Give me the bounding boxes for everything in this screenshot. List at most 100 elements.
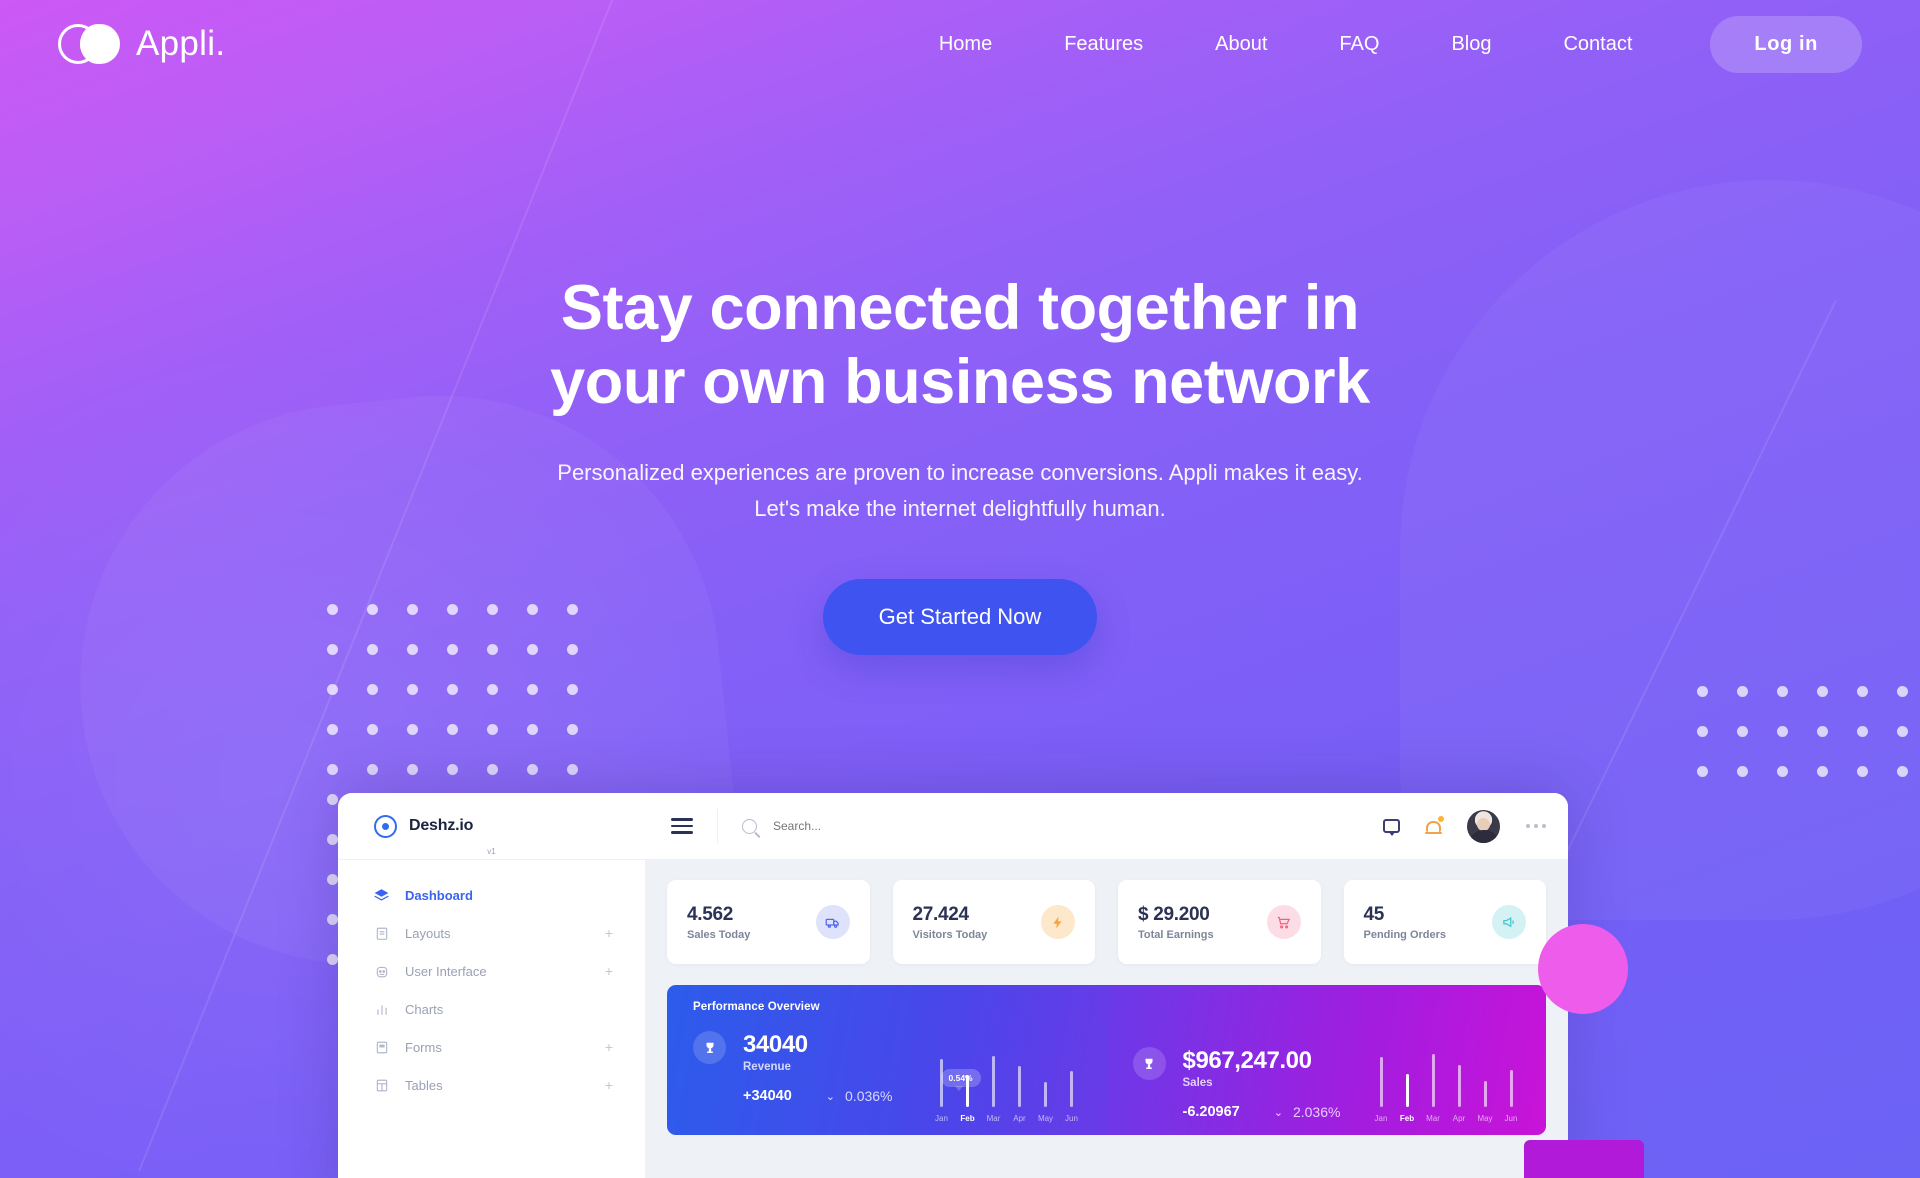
stat-value: 45 [1363,903,1385,925]
dashboard-menu: Dashboard Layouts + User Interface + Charts Fo… [338,860,645,1104]
sidebar-item-forms[interactable]: Forms + [338,1028,645,1066]
search-icon [742,818,757,834]
stat-label: Visitors Today [912,928,988,941]
performance-values: 34040 Revenue +34040 ⌄ 0.036% [743,1031,893,1104]
performance-delta-value: -6.20967 [1182,1104,1240,1120]
sidebar-item-user-interface[interactable]: User Interface + [338,952,645,990]
main-navbar: Appli. Home Features About FAQ Blog Cont… [0,0,1920,88]
stat-card[interactable]: $ 29.200 Total Earnings [1118,880,1321,964]
sidebar-item-tables[interactable]: Tables + [338,1066,645,1104]
bar-chart-icon [374,1002,389,1017]
chat-icon[interactable] [1383,819,1400,836]
mini-bar-chart: Jan Feb Mar Apr May Jun [1368,1023,1524,1123]
dashboard-brand[interactable]: Deshz.io v1 [338,793,645,860]
chart-bar: Apr [1446,1023,1472,1123]
chart-x-label: Apr [1452,1114,1466,1123]
decorative-pink-circle [1538,924,1628,1014]
truck-icon [815,905,850,939]
chart-x-label: Feb [960,1114,975,1123]
dashboard-brand-name: Deshz.io [409,817,474,834]
lightning-icon [1041,905,1075,939]
sidebar-item-charts[interactable]: Charts [338,990,645,1028]
nav-item-about[interactable]: About [1179,33,1303,56]
performance-values: $967,247.00 Sales -6.20967 ⌄ 2.036% [1183,1047,1341,1120]
hero-section: Appli. Home Features About FAQ Blog Cont… [0,0,1920,1178]
performance-delta: -6.20967 ⌄ 2.036% [1183,1104,1341,1120]
expand-icon[interactable]: + [605,926,613,940]
chart-bar: May [1033,1023,1059,1123]
clipboard-icon [374,926,389,941]
overlapping-circles-logo-icon [58,24,120,64]
chart-x-label: Feb [1399,1114,1415,1123]
performance-delta-value: +34040 [743,1088,792,1104]
chart-x-label: May [1037,1114,1054,1123]
stat-card[interactable]: 45 Pending Orders [1343,880,1546,964]
login-button[interactable]: Log in [1710,15,1862,73]
chevron-down-icon: ⌄ [825,1090,836,1103]
dashboard-preview: Deshz.io v1 Dashboard Layouts + User Interf… [338,793,1568,1178]
performance-percent: 2.036% [1292,1104,1341,1120]
dashboard-search[interactable] [742,818,1013,834]
nav-item-blog[interactable]: Blog [1415,33,1527,56]
nav-item-features[interactable]: Features [1028,33,1179,56]
stat-text: 4.562 Sales Today [687,904,750,941]
chart-bar: Jan [1368,1023,1394,1123]
dashboard-sidebar: Deshz.io v1 Dashboard Layouts + User Interf… [338,793,645,1178]
performance-percent: 0.036% [845,1088,893,1104]
stat-label: Pending Orders [1363,928,1447,941]
stat-text: 27.424 Visitors Today [913,904,988,941]
hero-content: Stay connected together in your own busi… [0,272,1920,655]
dashboard-body: 4.562 Sales Today 27.424 Visitors Today $ 29… [645,860,1568,1135]
nav-item-home[interactable]: Home [903,33,1028,56]
performance-label: Revenue [743,1061,791,1073]
stat-label: Sales Today [687,928,751,941]
performance-value: 34040 [743,1031,808,1058]
expand-icon[interactable]: + [605,1040,613,1054]
headline-line-1: Stay connected together in [560,273,1360,343]
sidebar-item-dashboard[interactable]: Dashboard [338,876,645,914]
stat-card[interactable]: 4.562 Sales Today [667,880,870,964]
page-title: Stay connected together in your own busi… [0,272,1920,419]
sidebar-item-layouts[interactable]: Layouts + [338,914,645,952]
stat-value: $ 29.200 [1138,903,1210,925]
get-started-button[interactable]: Get Started Now [822,578,1098,655]
search-input[interactable] [773,819,1013,833]
stat-card[interactable]: 27.424 Visitors Today [892,880,1095,964]
brand-logo[interactable]: Appli. [58,24,225,64]
kebab-menu-icon[interactable] [1526,824,1546,828]
stat-value: 4.562 [687,903,734,925]
expand-icon[interactable]: + [605,964,613,978]
menu-burger-icon[interactable] [671,818,693,834]
dashboard-brand-version: v1 [487,847,496,856]
chart-x-label: Jun [1065,1114,1078,1123]
mini-bar-chart: Jan Feb 0.54% Mar Apr May Jun [929,1023,1085,1123]
chart-bar: May [1472,1023,1498,1123]
chart-x-label: Mar [1426,1114,1440,1123]
chart-x-label: Jan [1374,1114,1388,1123]
expand-icon[interactable]: + [605,1078,613,1092]
trophy-icon [1132,1047,1166,1080]
chart-tooltip: 0.54% [940,1068,981,1091]
performance-value: $967,247.00 [1182,1047,1312,1074]
chart-x-label: Mar [986,1114,1001,1123]
performance-panel: Performance Overview 34040 Revenue +34040 ⌄ 0… [667,985,1107,1135]
topbar-actions [1383,809,1546,843]
nav-links: Home Features About FAQ Blog Contact Log… [903,15,1862,73]
nav-item-contact[interactable]: Contact [1527,33,1668,56]
chart-bar: Apr [1007,1023,1033,1123]
chart-x-label: Jan [935,1114,948,1123]
chart-x-label: May [1477,1114,1493,1123]
stat-label: Total Earnings [1138,928,1214,941]
chart-bar: Mar [1420,1023,1446,1123]
sidebar-item-label: Forms [405,1039,442,1055]
avatar[interactable] [1467,809,1500,843]
bell-icon[interactable] [1425,816,1444,834]
sidebar-item-label: User Interface [405,963,487,979]
brand-name: Appli. [136,24,226,63]
nav-item-faq[interactable]: FAQ [1303,33,1415,56]
performance-title: Performance Overview [693,1001,820,1013]
decorative-dot-grid-right [1697,686,1920,806]
cart-icon [1266,905,1301,939]
chart-x-label: Jun [1504,1114,1518,1123]
robot-icon [374,964,389,979]
